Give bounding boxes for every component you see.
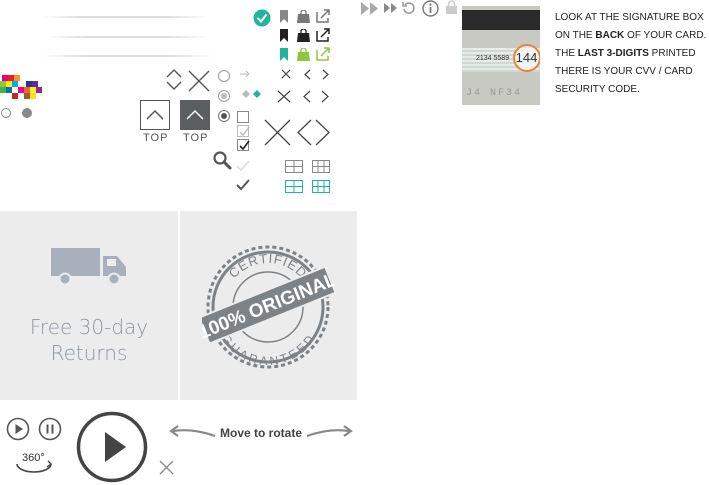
arrow-right-light-icon <box>240 70 250 78</box>
truck-icon <box>51 248 126 286</box>
returns-line-2: Returns <box>50 341 128 365</box>
grid-3x2-icon[interactable] <box>312 160 330 173</box>
play-large-button[interactable] <box>76 411 148 483</box>
top-label-filled: TOP <box>183 132 209 144</box>
share-icon[interactable] <box>316 28 331 42</box>
top-button-outline[interactable] <box>140 100 170 130</box>
checkbox-checked[interactable] <box>237 139 250 151</box>
radio-empty[interactable] <box>1 108 11 118</box>
share-icon[interactable] <box>316 9 331 23</box>
bag-icon[interactable] <box>297 48 310 61</box>
shadow-line-2 <box>45 36 210 38</box>
certified-original-badge: CERTIFIED GUARANTEED 100% ORIGINAL <box>202 245 334 369</box>
spin-360-label: 360° <box>22 452 45 464</box>
card-number: 2134 5589 <box>476 55 510 62</box>
bookmark-icon[interactable] <box>279 29 289 42</box>
radio-option-1[interactable] <box>218 70 230 82</box>
check-icon <box>239 140 250 151</box>
lock-icon <box>446 0 457 14</box>
check-circle-icon <box>253 9 271 27</box>
chevron-right-icon[interactable] <box>322 69 330 80</box>
chevron-left-icon[interactable] <box>302 90 311 103</box>
chevron-right-icon[interactable] <box>321 90 330 103</box>
radio-filled[interactable] <box>22 108 32 118</box>
bookmark-icon[interactable] <box>279 10 289 23</box>
bag-icon[interactable] <box>297 10 310 23</box>
badge-top-text: CERTIFIED <box>226 251 311 281</box>
chevron-left-icon[interactable] <box>303 69 311 80</box>
checkbox-empty[interactable] <box>237 111 249 123</box>
radio-option-3[interactable] <box>218 110 230 122</box>
cvv-help-text: LOOK AT THE SIGNATURE BOX ON THE BACK OF… <box>555 12 707 95</box>
cvv-card-image: 2134 5589 144 J4 NF34 <box>462 6 540 105</box>
grid-3x2-active-icon[interactable] <box>312 180 330 193</box>
close-large-icon[interactable] <box>264 119 291 146</box>
info-icon[interactable] <box>422 0 439 17</box>
chevron-down-icon[interactable] <box>166 81 182 91</box>
diamond-pair-icon <box>242 90 261 98</box>
pause-small-button[interactable] <box>38 417 62 441</box>
certified-badge-panel: CERTIFIED GUARANTEED 100% ORIGINAL <box>180 211 357 400</box>
radio-option-2[interactable] <box>218 90 230 102</box>
check-dark-icon <box>236 179 250 191</box>
close-player-icon[interactable] <box>159 460 174 475</box>
share-icon[interactable] <box>316 47 331 61</box>
shadow-line-3 <box>40 55 215 57</box>
free-returns-panel: Free 30-day Returns <box>0 211 178 400</box>
close-icon[interactable] <box>187 69 211 93</box>
close-small-icon[interactable] <box>281 69 291 79</box>
check-icon <box>239 126 250 137</box>
top-button-filled[interactable] <box>180 100 210 130</box>
checkbox-light-checked[interactable] <box>237 125 250 137</box>
top-label-outline: TOP <box>143 132 169 144</box>
badge-ribbon-text: 100% ORIGINAL <box>202 269 334 344</box>
chevron-up-icon <box>186 109 204 120</box>
card-signature: J4 NF34 <box>466 88 523 99</box>
chevron-right-large-icon[interactable] <box>315 119 331 146</box>
move-to-rotate-label: Move to rotate <box>220 426 303 440</box>
spin-360-icon[interactable]: 360° <box>14 450 54 478</box>
returns-line-1: Free 30-day <box>29 315 149 339</box>
bag-icon[interactable] <box>297 29 310 42</box>
cvv-circle: 144 <box>513 44 540 72</box>
cvv-digits: 144 <box>515 50 538 65</box>
badge-bottom-text: GUARANTEED <box>219 332 318 368</box>
play-small-button[interactable] <box>6 417 30 441</box>
fast-forward-icon[interactable] <box>361 2 379 15</box>
close-medium-icon[interactable] <box>277 90 291 103</box>
grid-2x2-icon[interactable] <box>285 160 303 173</box>
bookmark-icon[interactable] <box>279 48 289 61</box>
fast-forward-small-icon[interactable] <box>384 3 398 13</box>
search-icon[interactable] <box>212 150 232 170</box>
chevron-left-large-icon[interactable] <box>296 119 312 146</box>
rotate-left-arrow-icon <box>169 425 216 438</box>
check-light-icon <box>236 160 250 172</box>
grid-2x2-active-icon[interactable] <box>285 180 303 193</box>
shadow-line-1 <box>40 16 210 18</box>
rotate-right-arrow-icon <box>306 425 353 438</box>
chevron-up-icon[interactable] <box>166 68 182 78</box>
chevron-up-icon <box>146 109 164 120</box>
reload-icon[interactable] <box>402 1 416 15</box>
color-swatch-grid <box>0 75 42 99</box>
